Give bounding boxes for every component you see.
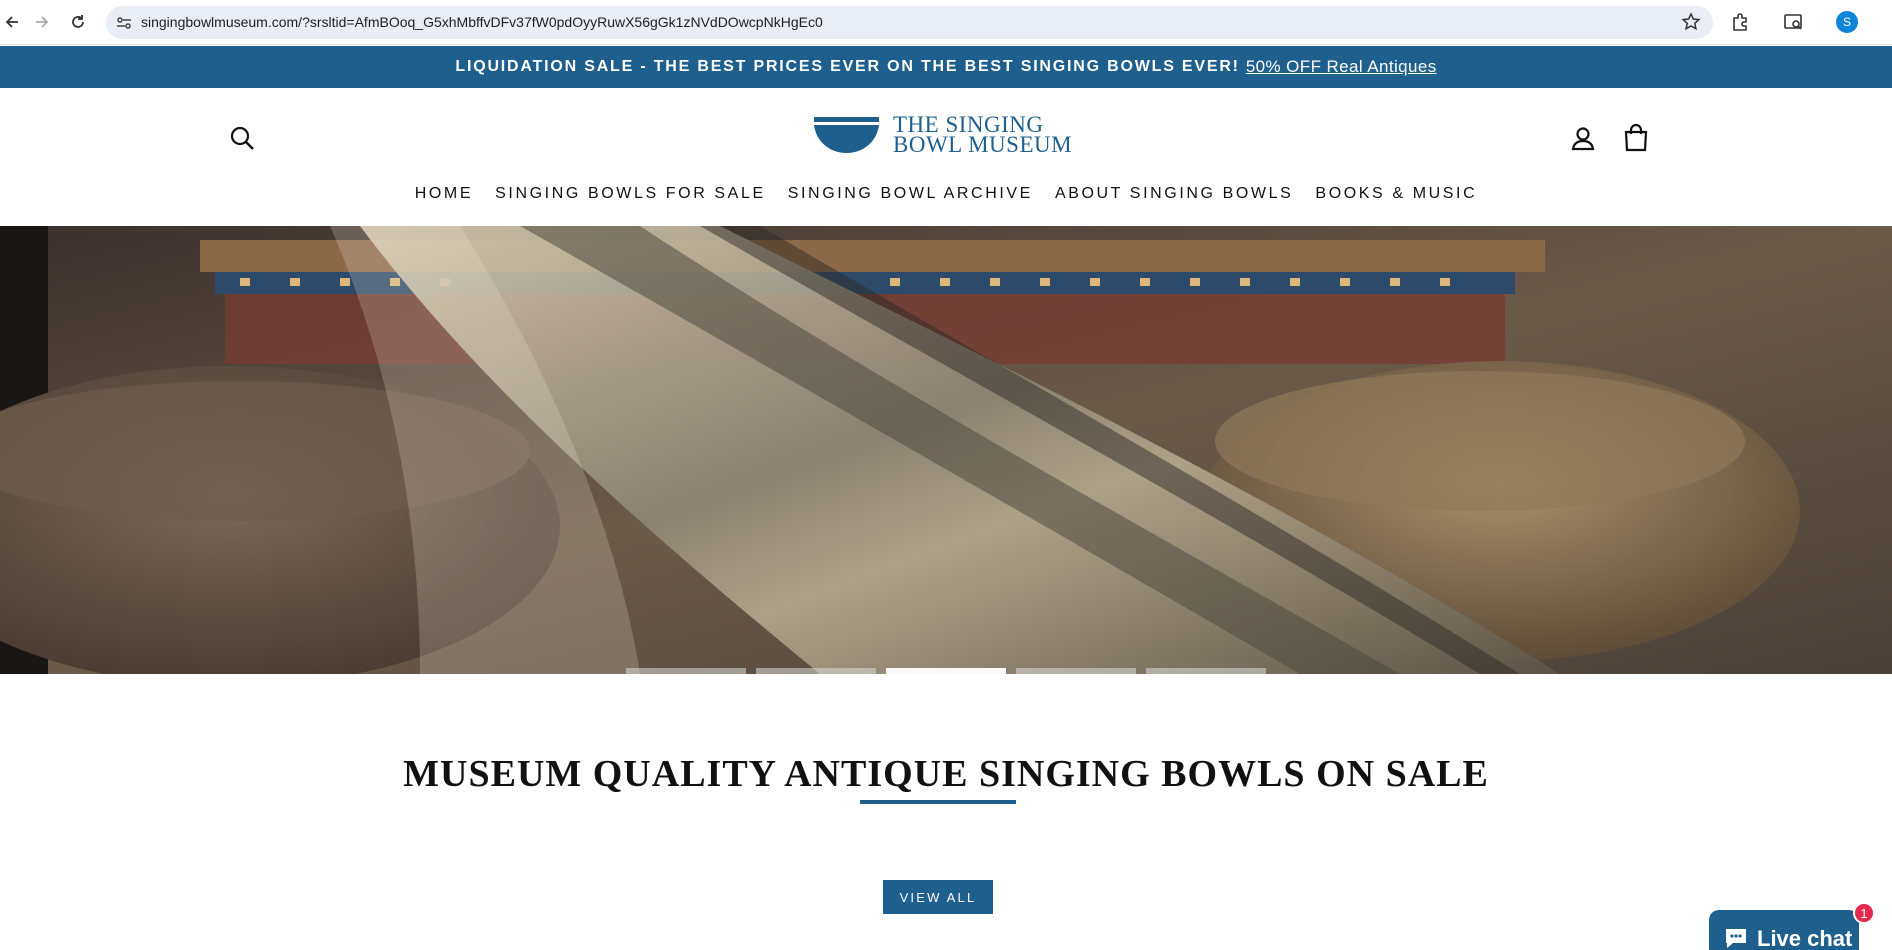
menu-item-singing-bowls-for-sale[interactable]: SINGING BOWLS FOR SALE xyxy=(484,184,777,204)
main-menu: HOME SINGING BOWLS FOR SALE SINGING BOWL… xyxy=(0,184,1892,204)
extensions-icon[interactable] xyxy=(1729,11,1751,33)
live-chat-button[interactable]: Live chat xyxy=(1709,910,1859,950)
reload-icon[interactable] xyxy=(66,10,90,34)
logo-line-2: BOWL MUSEUM xyxy=(893,132,1073,157)
live-chat-label: Live chat xyxy=(1757,926,1853,950)
title-underline xyxy=(860,800,1016,804)
browser-toolbar: singingbowlmuseum.com/?srsltid=AfmBOoq_G… xyxy=(0,0,1892,45)
address-bar[interactable]: singingbowlmuseum.com/?srsltid=AfmBOoq_G… xyxy=(106,6,1713,39)
slide-indicators xyxy=(0,668,1892,674)
bookmark-star-icon[interactable] xyxy=(1681,12,1701,32)
hero-slideshow[interactable] xyxy=(0,226,1892,674)
chat-notification-badge: 1 xyxy=(1853,902,1875,924)
url-text[interactable]: singingbowlmuseum.com/?srsltid=AfmBOoq_G… xyxy=(141,14,823,30)
menu-item-singing-bowl-archive[interactable]: SINGING BOWL ARCHIVE xyxy=(777,184,1044,204)
announcement-link[interactable]: 50% OFF Real Antiques xyxy=(1246,57,1437,77)
forward-icon[interactable] xyxy=(30,10,54,34)
announcement-text: LIQUIDATION SALE - THE BEST PRICES EVER … xyxy=(455,58,1240,75)
site-header: THE SINGING BOWL MUSEUM HOME SINGING BOW… xyxy=(0,88,1892,226)
site-info-icon[interactable] xyxy=(114,13,134,33)
slide-dot-5[interactable] xyxy=(1146,668,1266,674)
profile-avatar[interactable]: S xyxy=(1836,11,1858,33)
bowl-logo-icon xyxy=(814,117,879,153)
menu-item-home[interactable]: HOME xyxy=(404,184,484,204)
cart-icon[interactable] xyxy=(1622,122,1650,152)
slide-dot-2[interactable] xyxy=(756,668,876,674)
slide-dot-1[interactable] xyxy=(626,668,746,674)
back-icon[interactable] xyxy=(0,10,24,34)
search-icon[interactable] xyxy=(228,124,256,152)
menu-item-about-singing-bowls[interactable]: ABOUT SINGING BOWLS xyxy=(1044,184,1304,204)
announcement-bar: LIQUIDATION SALE - THE BEST PRICES EVER … xyxy=(0,46,1892,88)
tab-search-icon[interactable] xyxy=(1782,11,1804,33)
account-icon[interactable] xyxy=(1569,124,1597,152)
site-logo[interactable]: THE SINGING BOWL MUSEUM xyxy=(814,113,1073,157)
slide-dot-3[interactable] xyxy=(886,668,1006,674)
hero-image xyxy=(0,226,1892,674)
menu-item-books-music[interactable]: BOOKS & MUSIC xyxy=(1304,184,1488,204)
view-all-button[interactable]: VIEW ALL xyxy=(883,880,993,914)
slide-dot-4[interactable] xyxy=(1016,668,1136,674)
logo-text: THE SINGING BOWL MUSEUM xyxy=(893,113,1073,157)
chat-bubble-icon xyxy=(1726,929,1746,948)
section-title: MUSEUM QUALITY ANTIQUE SINGING BOWLS ON … xyxy=(403,753,1489,795)
